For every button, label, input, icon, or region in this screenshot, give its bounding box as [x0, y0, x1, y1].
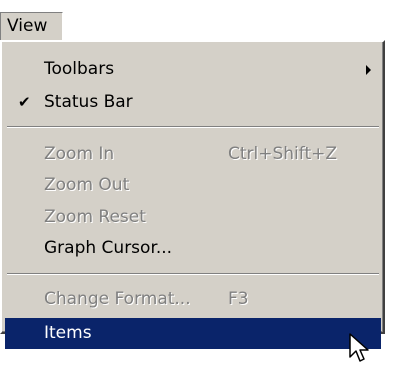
- view-menu-title[interactable]: View: [0, 12, 63, 40]
- menu-separator: [7, 126, 379, 128]
- menu-item-label: Change Format...: [44, 289, 191, 309]
- checkmark-icon: ✔: [18, 93, 31, 111]
- menu-item-label: Toolbars: [44, 59, 115, 79]
- menu-item-items[interactable]: Items: [5, 318, 381, 349]
- menu-item-shortcut: F3: [228, 289, 249, 309]
- menu-item-label: Zoom Reset: [44, 207, 146, 227]
- menu-item-label: Zoom Out: [44, 175, 130, 195]
- view-dropdown-menu: Toolbars ✔ Status Bar Zoom In Ctrl+Shift…: [0, 40, 385, 349]
- menu-item-zoom-reset[interactable]: Zoom Reset: [5, 202, 381, 233]
- view-menu-label: View: [7, 16, 48, 36]
- menu-item-zoom-in[interactable]: Zoom In Ctrl+Shift+Z: [5, 139, 381, 170]
- menu-item-change-format[interactable]: Change Format... F3: [5, 284, 381, 315]
- menu-separator: [7, 273, 379, 275]
- menu-item-label: Items: [44, 323, 92, 343]
- mouse-pointer-icon: [349, 333, 369, 362]
- menu-item-label: Zoom In: [44, 144, 115, 164]
- submenu-arrow-icon: [366, 65, 371, 75]
- menu-item-shortcut: Ctrl+Shift+Z: [228, 144, 338, 164]
- menu-item-graph-cursor[interactable]: Graph Cursor...: [5, 233, 381, 264]
- menu-item-zoom-out[interactable]: Zoom Out: [5, 170, 381, 201]
- menu-item-toolbars[interactable]: Toolbars: [5, 54, 381, 85]
- menu-item-label: Graph Cursor...: [44, 238, 173, 258]
- menu-item-label: Status Bar: [44, 92, 133, 112]
- menu-item-status-bar[interactable]: ✔ Status Bar: [5, 87, 381, 118]
